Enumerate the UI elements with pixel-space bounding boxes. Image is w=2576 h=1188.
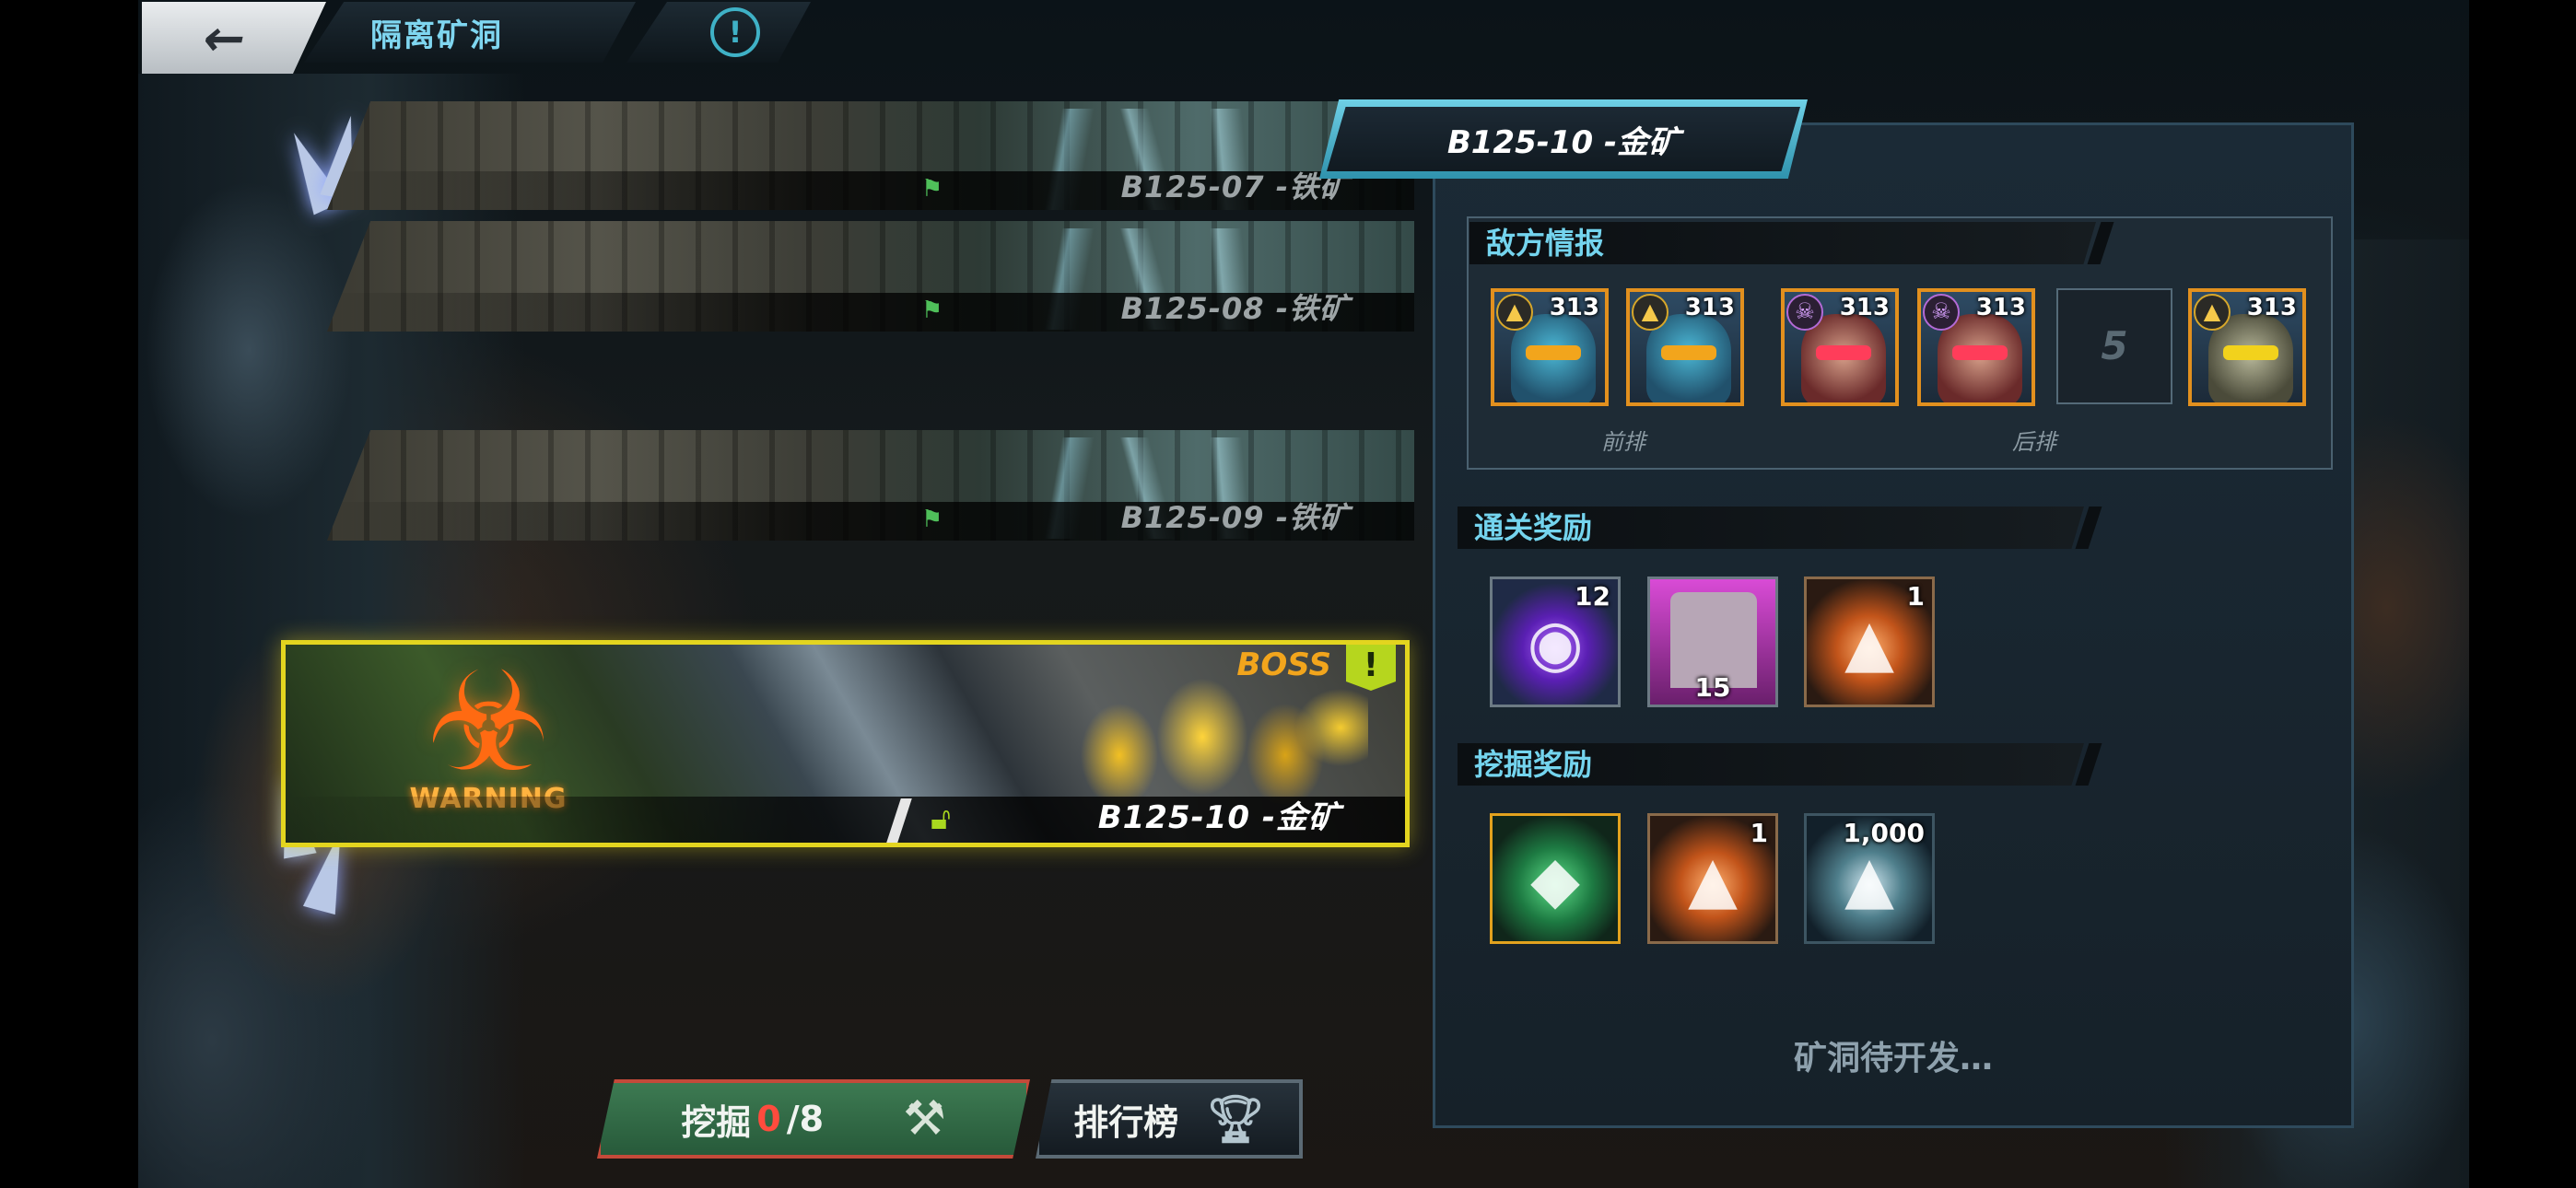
cleared-flag-icon: ⚑ [921,506,943,533]
trophy-icon: 🏆︎ [1206,1091,1265,1146]
cleared-flag-icon: ⚑ [921,175,943,203]
empty-enemy-slot: 5 [2056,288,2172,404]
level-item[interactable]: ⚑ B125-09 -铁矿 [327,430,1414,541]
page-title: 隔离矿洞 [304,2,636,63]
faction-icon: ☠ [1786,294,1823,331]
reward-qty: 12 [1575,581,1610,611]
faction-icon: ▲ [2194,294,2231,331]
back-button[interactable]: ← [142,2,326,74]
front-row-label: 前排 [1601,429,1645,455]
reward-qty: 1 [1750,818,1768,848]
level-name: B125-09 -铁矿 [1120,500,1350,535]
reward-item[interactable]: 15 [1647,577,1778,707]
enemy-slot[interactable]: ▲ 313 [1626,288,1744,406]
dig-total-count: /8 [786,1099,825,1139]
level-item-active[interactable]: ☣ WARNING BOSS ! 🔓︎ B125-10 -金矿 [281,640,1410,847]
level-name: B125-10 -金矿 [1097,799,1341,836]
reward-qty: 15 [1694,672,1731,703]
enemy-level: 313 [1549,294,1599,321]
panel-header: B125-10 -金矿 [1319,99,1808,179]
dig-rewards-title: 挖掘奖励 [1458,743,2084,786]
dig-current-count: 0 [756,1099,781,1139]
reward-qty: 1 [1906,581,1925,611]
faction-icon: ▲ [1496,294,1533,331]
enemy-slot[interactable]: ☠ 313 [1917,288,2035,406]
enemy-level: 313 [2246,294,2297,321]
mine-status-text: 矿洞待开发… [1793,1040,1993,1077]
enemy-slot[interactable]: ▲ 313 [1491,288,1609,406]
dig-label: 挖掘 [681,1101,752,1143]
level-item[interactable]: ⚑ B125-08 -铁矿 [327,221,1414,332]
enemy-level: 313 [1975,294,2026,321]
enemy-section-title: 敌方情报 [1469,222,2096,264]
back-arrow-icon: ← [197,8,252,67]
leaderboard-label: 排行榜 [1073,1101,1179,1143]
biohazard-icon: ☣ [426,643,551,803]
faction-icon: ▲ [1632,294,1669,331]
enemy-slot[interactable]: ▲ 313 [2188,288,2306,406]
warning-badge: ☣ WARNING [396,654,580,820]
enemy-level: 313 [1839,294,1890,321]
faction-icon: ☠ [1923,294,1960,331]
reward-item[interactable]: ▲ 1 [1804,577,1935,707]
enemy-level: 313 [1684,294,1735,321]
reward-item[interactable]: ▲ 1,000 [1804,813,1935,944]
top-bar: ← 隔离矿洞 ! [138,0,838,79]
level-item[interactable]: ⚑ B125-07 -铁矿 [327,101,1414,210]
level-name: B125-07 -铁矿 [1120,169,1350,204]
panel-title: B125-10 -金矿 [1446,123,1680,161]
reward-item[interactable]: ◉ 12 [1490,577,1621,707]
green-crystal-icon: ◆ [1530,842,1580,917]
reward-item[interactable]: ◆ [1490,813,1621,944]
boss-label: BOSS [1236,646,1331,683]
info-button[interactable]: ! [626,2,811,63]
dig-button[interactable]: 挖掘 0 /8 ⚒ [597,1079,1030,1159]
leaderboard-button[interactable]: 排行榜 🏆︎ [1036,1079,1303,1159]
clear-rewards-title: 通关奖励 [1458,507,2084,549]
unlocked-icon: 🔓︎ [931,800,952,837]
reward-qty: 1,000 [1843,818,1925,848]
pickaxe-icon: ⚒ [903,1091,946,1147]
cleared-flag-icon: ⚑ [921,297,943,324]
info-icon: ! [710,7,760,57]
alert-icon: ! [1346,645,1396,691]
reward-item[interactable]: ▲ 1 [1647,813,1778,944]
back-row-label: 后排 [2012,429,2056,455]
level-name: B125-08 -铁矿 [1120,291,1350,326]
enemy-slot[interactable]: ☠ 313 [1781,288,1899,406]
